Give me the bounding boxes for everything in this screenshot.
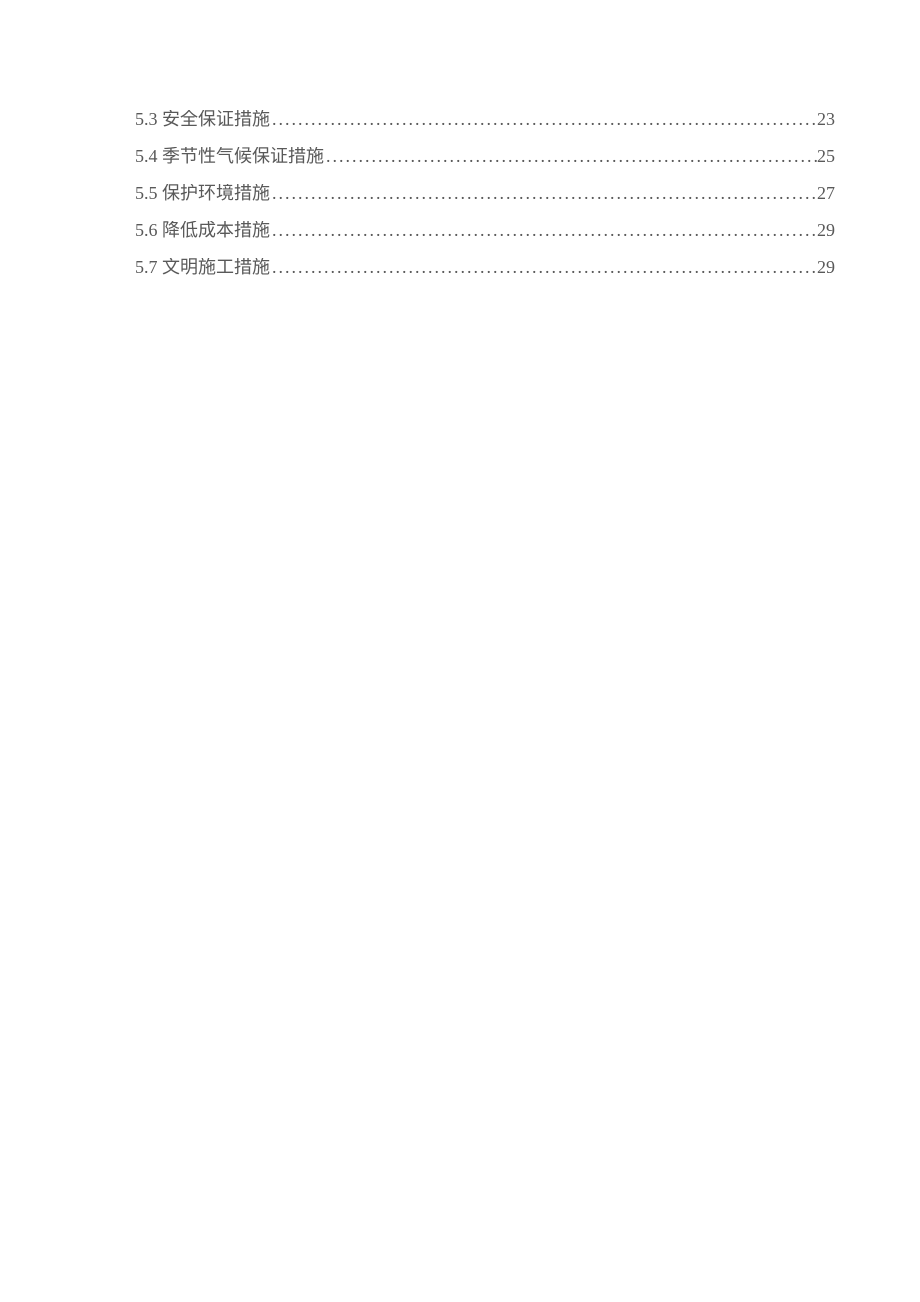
toc-entry: 5.6 降低成本措施 29 <box>135 221 835 239</box>
toc-leader-dots <box>270 221 817 239</box>
toc-entry-title: 5.5 保护环境措施 <box>135 184 270 202</box>
document-page: 5.3 安全保证措施 23 5.4 季节性气候保证措施 25 5.5 保护环境措… <box>0 0 920 276</box>
toc-entry-page: 29 <box>817 258 835 276</box>
toc-entry: 5.4 季节性气候保证措施 25 <box>135 147 835 165</box>
toc-entry-title: 5.3 安全保证措施 <box>135 110 270 128</box>
toc-leader-dots <box>270 184 817 202</box>
toc-entry: 5.5 保护环境措施 27 <box>135 184 835 202</box>
toc-entry-title: 5.7 文明施工措施 <box>135 258 270 276</box>
toc-entry-title: 5.6 降低成本措施 <box>135 221 270 239</box>
toc-leader-dots <box>324 147 817 165</box>
toc-entry-page: 27 <box>817 184 835 202</box>
toc-entry: 5.7 文明施工措施 29 <box>135 258 835 276</box>
toc-entry-page: 29 <box>817 221 835 239</box>
toc-entry-title: 5.4 季节性气候保证措施 <box>135 147 324 165</box>
toc-entry: 5.3 安全保证措施 23 <box>135 110 835 128</box>
toc-leader-dots <box>270 110 817 128</box>
toc-leader-dots <box>270 258 817 276</box>
toc-entry-page: 23 <box>817 110 835 128</box>
toc-entry-page: 25 <box>817 147 835 165</box>
